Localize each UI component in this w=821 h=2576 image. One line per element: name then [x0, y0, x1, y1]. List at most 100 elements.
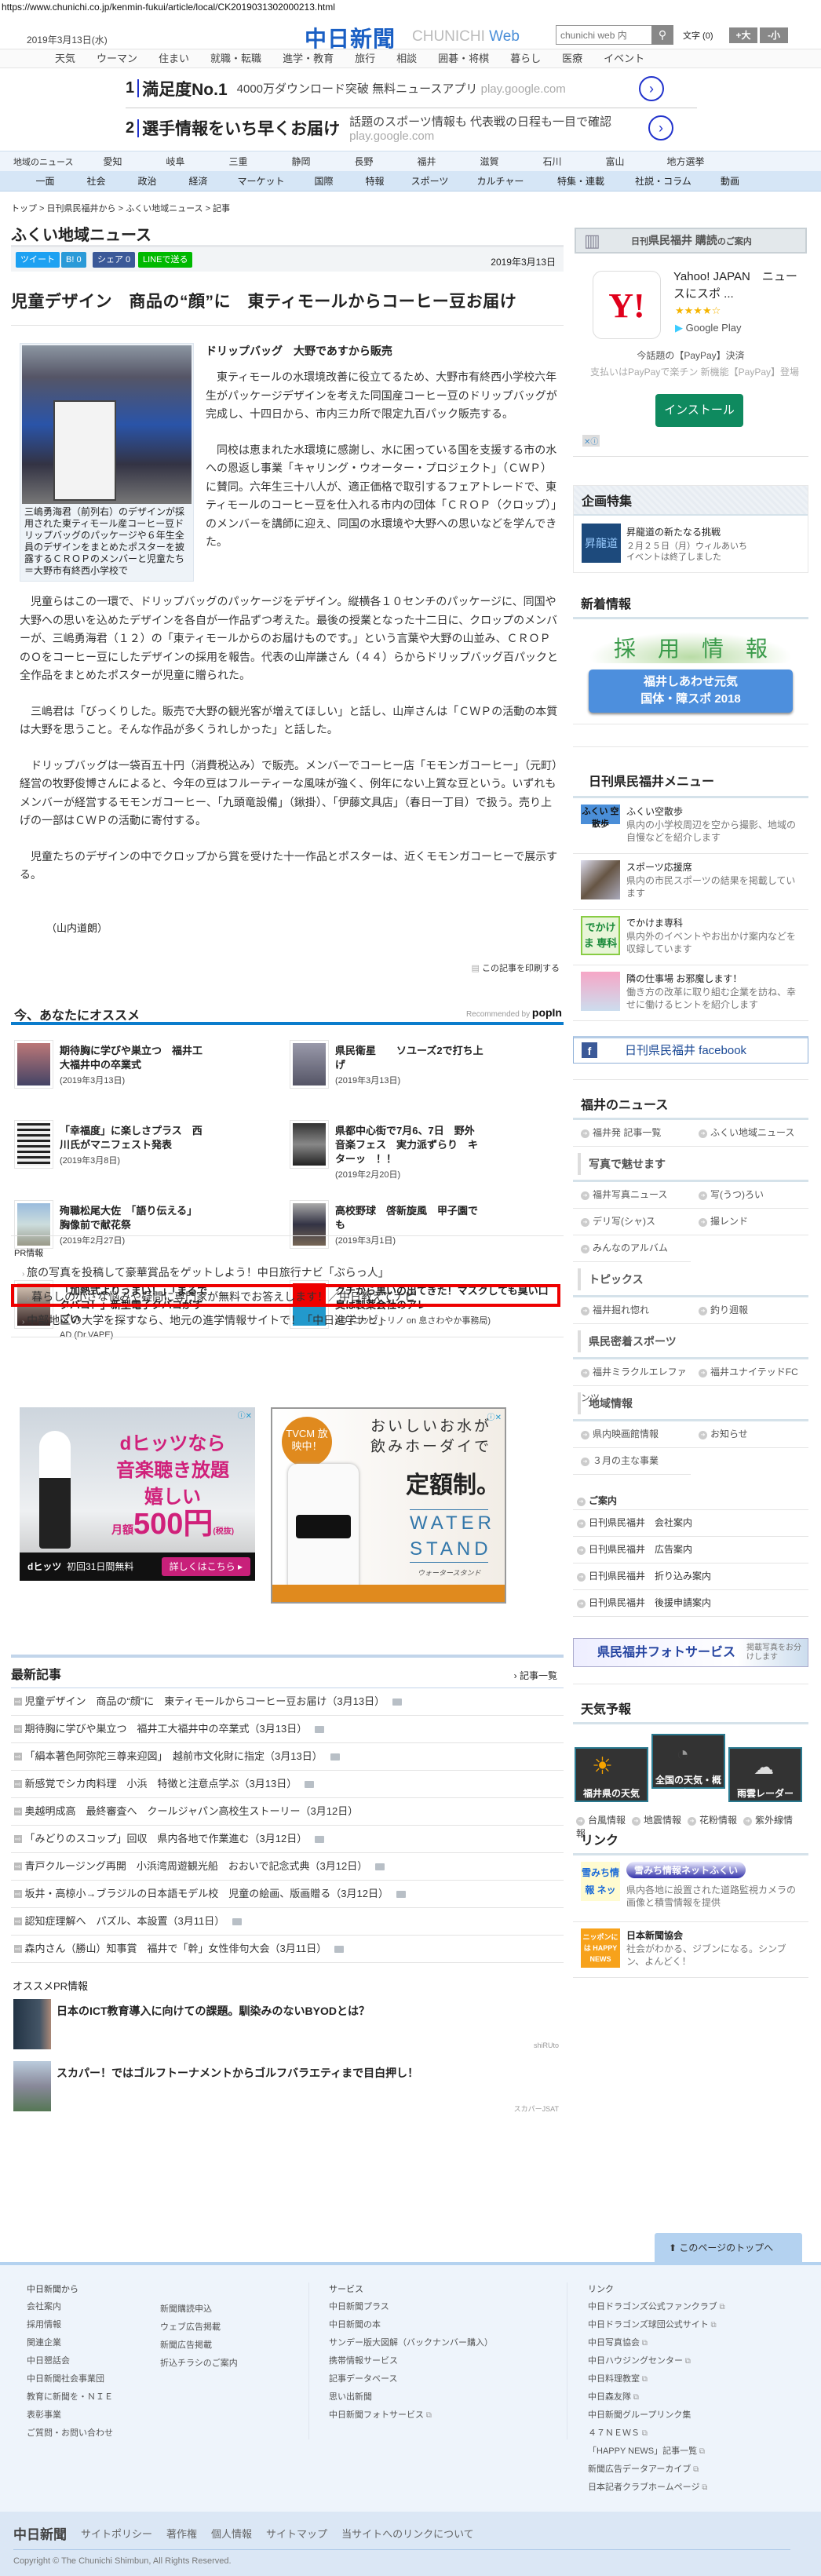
- nav-jobs[interactable]: 就職・転職: [210, 49, 261, 68]
- footer-link[interactable]: 日本記者クラブホームページ: [588, 2479, 725, 2497]
- region-aichi[interactable]: 愛知: [97, 155, 128, 168]
- footer-link[interactable]: 思い出新聞: [329, 2388, 493, 2406]
- footer-link[interactable]: 中日森友隊: [588, 2388, 725, 2406]
- ad-row[interactable]: 2 選手情報をいち早くお届け 話題のスポーツ情報も 代表戦の日程も一目で確認 p…: [126, 108, 697, 148]
- menu-item-sora-sanpo[interactable]: ふくい 空散歩 ふくい空散歩 県内の小学校周辺を空から撮影、地域の自慢などを紹介しま…: [573, 798, 808, 854]
- latest-item[interactable]: 新感覚でシカ肉料理 小浜 特徴と注意点学ぶ（3月13日）: [11, 1771, 564, 1798]
- subscription-banner[interactable]: ▥ 日刊県民福井 購読のご案内: [575, 228, 807, 254]
- cat-special-report[interactable]: 特報: [349, 174, 400, 188]
- cat-economy[interactable]: 経済: [173, 174, 224, 188]
- nav-events[interactable]: イベント: [604, 49, 644, 68]
- font-larger-button[interactable]: +大: [729, 27, 757, 43]
- link-newspaper-association[interactable]: ニッポンには HAPPY NEWS 日本新聞協会 社会がわかる、ジブンになる。シンブ…: [573, 1922, 808, 1978]
- news-link[interactable]: ３月の主な事業: [573, 1448, 691, 1475]
- guide-link[interactable]: 日刊県民福井 会社案内: [573, 1510, 808, 1537]
- menu-item-dekakema[interactable]: でかけま 専科 でかけま専科 県内外のイベントやお出かけ案内などを収録しています: [573, 910, 808, 965]
- cat-video[interactable]: 動画: [706, 174, 753, 188]
- recommend-item[interactable]: 「幸福度」に楽しさプラス 西川氏がマニフェスト発表 (2019年3月8日): [14, 1120, 290, 1175]
- news-link[interactable]: 写(うつ)ろい: [691, 1182, 808, 1209]
- nav-medical[interactable]: 医療: [562, 49, 582, 68]
- footer-link[interactable]: 折込チラシのご案内: [160, 2355, 238, 2373]
- ad-close-icon[interactable]: ⓘ✕: [487, 1410, 502, 1422]
- news-link[interactable]: 福井写真ニュース: [573, 1182, 691, 1209]
- pr-link[interactable]: 中部地区の大学を探すなら、地元の進学情報サイトで！「中日進学ナビ」: [22, 1312, 389, 1328]
- ad-row[interactable]: 1 満足度No.1 4000万ダウンロード突破 無料ニュースアプリ play.g…: [126, 69, 697, 108]
- facebook-link[interactable]: f 日刊県民福井 facebook: [573, 1036, 808, 1064]
- region-mie[interactable]: 三重: [222, 155, 254, 168]
- font-smaller-button[interactable]: -小: [760, 27, 788, 43]
- pr-link[interactable]: 旅の写真を投稿して豪華賞品をゲットしよう！中日旅行ナビ「ぶらっ人」: [22, 1264, 389, 1280]
- yahoo-app-ad[interactable]: Y! Yahoo! JAPAN ニュースにスポ ... ★★★★☆ ▶ Goog…: [573, 261, 808, 457]
- region-elections[interactable]: 地方選挙: [662, 155, 709, 168]
- footer-link[interactable]: 中日新聞社会事業団: [27, 2370, 113, 2388]
- line-share-button[interactable]: LINEで送る: [138, 252, 193, 268]
- site-policy-link[interactable]: サイトポリシー: [81, 2526, 152, 2541]
- footer-link[interactable]: ご質問・お問い合わせ: [27, 2425, 113, 2443]
- ad-headline[interactable]: 満足度No.1: [142, 77, 228, 100]
- footer-link[interactable]: 教育に新聞を・ＮＩＥ: [27, 2388, 113, 2406]
- footer-link[interactable]: 採用情報: [27, 2316, 113, 2334]
- region-shiga[interactable]: 滋賀: [473, 155, 505, 168]
- recommend-item[interactable]: 県都中心街で7月6、7日 野外音楽フェス 実力派ずらり キターッ ！！ (2019…: [290, 1120, 566, 1180]
- chevron-right-icon[interactable]: ›: [639, 75, 664, 101]
- latest-item[interactable]: 「みどりのスコップ」回収 県内各地で作業進む（3月12日）: [11, 1826, 564, 1853]
- latest-item[interactable]: 期待胸に学びや巣立つ 福井工大福井中の卒業式（3月13日）: [11, 1716, 564, 1743]
- news-link[interactable]: 釣り週報: [691, 1297, 808, 1324]
- feature-item[interactable]: 昇龍道 昇龍道の新たなる挑戦 ２月２５日（月）ウィルあいち イベントは終了しました: [574, 516, 808, 572]
- nav-education[interactable]: 進学・教育: [283, 49, 334, 68]
- region-toyama[interactable]: 富山: [599, 155, 630, 168]
- linking-policy-link[interactable]: 当サイトへのリンクについて: [341, 2526, 474, 2541]
- news-link[interactable]: お知らせ: [691, 1421, 808, 1448]
- fukui-articles-link[interactable]: 福井発 記事一覧: [573, 1120, 691, 1147]
- footer-link[interactable]: 中日懇話会: [27, 2352, 113, 2370]
- recommend-item[interactable]: 県民衛星 ソユーズ2で打ち上げ (2019年3月13日): [290, 1040, 566, 1095]
- region-nagano[interactable]: 長野: [348, 155, 379, 168]
- latest-item[interactable]: 坂井・高椋小→ブラジルの日本語モデル校 児童の絵画、版画贈る（3月12日）: [11, 1881, 564, 1908]
- nav-weather[interactable]: 天気: [55, 49, 75, 68]
- latest-item[interactable]: 児童デザイン 商品の“顔”に 東ティモールからコーヒー豆お届け（3月13日）: [11, 1688, 564, 1716]
- rain-radar-tile[interactable]: ☁ 雨雲レーダー: [728, 1747, 802, 1802]
- cat-international[interactable]: 国際: [298, 174, 349, 188]
- all-articles-link[interactable]: › 記事一覧: [514, 1669, 557, 1682]
- footer-link[interactable]: 中日ハウジングセンター: [588, 2352, 725, 2370]
- fukui-weather-tile[interactable]: ☀ 福井県の天気: [575, 1747, 648, 1802]
- dhits-ad[interactable]: dヒッツなら 音楽聴き放題 嬉しい 月額500円(税抜) dヒッツ 初回31日間…: [20, 1407, 255, 1581]
- pr-article[interactable]: スカパー！ではゴルフトーナメントからゴルフバラエティまで目白押し！ スカパーJSA…: [11, 2061, 564, 2120]
- nav-living[interactable]: 暮らし: [510, 49, 541, 68]
- news-link[interactable]: 福井掘れ惚れ: [573, 1297, 691, 1324]
- footer-link[interactable]: 新聞広告掲載: [160, 2337, 238, 2355]
- tweet-button[interactable]: ツイート: [16, 252, 60, 268]
- ad-headline[interactable]: 選手情報をいち早くお届け: [142, 116, 340, 140]
- latest-item[interactable]: 「絹本著色阿弥陀三尊来迎図」 越前市文化財に指定（3月13日）: [11, 1743, 564, 1771]
- footer-link[interactable]: 携帯情報サービス: [329, 2352, 493, 2370]
- footer-link[interactable]: 中日新聞グループリンク集: [588, 2406, 725, 2425]
- region-fukui[interactable]: 福井: [410, 155, 442, 168]
- earthquake-link[interactable]: 地震情報: [632, 1815, 681, 1826]
- cat-front[interactable]: 一面: [20, 174, 71, 188]
- address-bar-url[interactable]: https://www.chunichi.co.jp/kenmin-fukui/…: [2, 2, 335, 13]
- footer-link[interactable]: 新聞購読申込: [160, 2301, 238, 2319]
- region-shizuoka[interactable]: 静岡: [285, 155, 316, 168]
- page-top-button[interactable]: ⬆ このページのトップへ: [655, 2233, 802, 2263]
- dhits-cta-button[interactable]: 詳しくはこちら ▸: [161, 1557, 250, 1576]
- footer-link[interactable]: 表彰事業: [27, 2406, 113, 2425]
- latest-item[interactable]: 青戸クルージング再開 小浜湾周遊観光船 おおいで記念式典（3月12日）: [11, 1853, 564, 1881]
- menu-item-sports[interactable]: スポーツ応援席 県内の市民スポーツの結果を掲載しています: [573, 854, 808, 910]
- footer-link[interactable]: 中日写真協会: [588, 2334, 725, 2352]
- news-link[interactable]: デリ写(シャ)ス: [573, 1209, 691, 1235]
- guide-link[interactable]: 日刊県民福井 後援申請案内: [573, 1590, 808, 1617]
- typhoon-link[interactable]: 台風情報: [576, 1815, 626, 1826]
- ad-close-icon[interactable]: ⓘ✕: [238, 1409, 252, 1421]
- region-ishikawa[interactable]: 石川: [536, 155, 567, 168]
- latest-item[interactable]: 奥越明成高 最終審査へ クールジャパン高校生ストーリー（3月12日）: [11, 1798, 564, 1826]
- breadcrumb[interactable]: トップ > 日刊県民福井から > ふくい地域ニュース > 記事: [11, 202, 230, 214]
- recruitment-banner[interactable]: 採 用 情 報: [589, 632, 793, 663]
- nav-housing[interactable]: 住まい: [159, 49, 189, 68]
- cat-society[interactable]: 社会: [71, 174, 122, 188]
- water-stand-ad[interactable]: TVCM 放映中！ おいしいお水が 飲みホーダイで 定額制。 WATER STAND…: [271, 1407, 506, 1604]
- chevron-right-icon[interactable]: ›: [648, 115, 673, 140]
- footer-link[interactable]: 中日新聞フォトサービス: [329, 2406, 493, 2425]
- photo-service-banner[interactable]: 県民福井フォトサービス 掲載写真をお分けします: [573, 1638, 808, 1667]
- footer-link[interactable]: 関連企業: [27, 2334, 113, 2352]
- news-link[interactable]: 県内映画館情報: [573, 1421, 691, 1448]
